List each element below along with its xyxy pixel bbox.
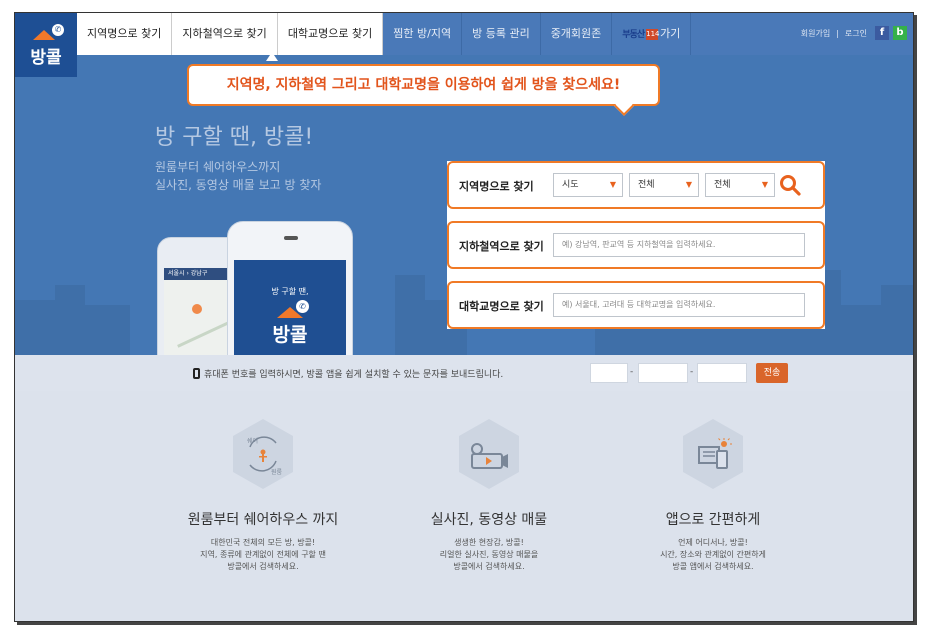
partner-suffix: 가기 [660, 27, 681, 40]
top-navigation: ✆ 방콜 지역명으로 찾기 지하철역으로 찾기 대학교명으로 찾기 찜한 방/지… [15, 13, 913, 77]
region-search-box: 지역명으로 찾기 시도 ▼ 전체 ▼ 전체 ▼ [447, 161, 825, 209]
university-search-input[interactable]: 예) 서울대, 고려대 등 대학교명을 입력하세요. [553, 293, 805, 317]
region-sido-value: 시도 [562, 180, 579, 190]
caret-down-icon: ▼ [761, 180, 768, 189]
feature-desc-line: 대한민국 전체의 모든 방, 방콜! [210, 538, 316, 547]
phone-speaker [284, 236, 298, 240]
university-search-box: 대학교명으로 찾기 예) 서울대, 고려대 등 대학교명을 입력하세요. [447, 281, 825, 329]
page-frame: ✆ 방콜 지역명으로 찾기 지하철역으로 찾기 대학교명으로 찾기 찜한 방/지… [14, 12, 914, 622]
hero-title: 방 구할 땐, 방콜! [155, 125, 314, 150]
blog-icon[interactable]: b [893, 26, 907, 40]
app-logo: 방콜 [272, 324, 308, 346]
app-screen: 방 구할 땐, ✆ 방콜 [234, 260, 346, 355]
sms-instruction: 휴대폰 번호를 입력하시면, 방콜 앱을 쉽게 설치할 수 있는 문자를 보내드… [193, 367, 503, 380]
hero-section: 지역명, 지하철역 그리고 대학교명을 이용하여 쉽게 방을 찾으세요! 방 구… [15, 55, 913, 355]
facebook-icon[interactable]: f [875, 26, 889, 40]
callout-tail [614, 96, 634, 116]
app-screen-text: 방 구할 땐, [271, 287, 309, 296]
share-icon-label: 쉐어 [247, 437, 258, 445]
region-search-label: 지역명으로 찾기 [459, 180, 534, 193]
region-dong-value: 전체 [714, 180, 731, 190]
oneroom-icon-label: 원룸 [271, 468, 283, 476]
subway-search-input[interactable]: 예) 강남역, 판교역 등 지하철역을 입력하세요. [553, 233, 805, 257]
map-pin-icon [192, 304, 202, 314]
logo-text: 방콜 [30, 48, 62, 68]
tab-university-search[interactable]: 대학교명으로 찾기 [277, 13, 384, 55]
feature-title: 실사진, 동영상 매물 [430, 512, 548, 528]
tab-room-management[interactable]: 방 등록 관리 [462, 13, 541, 55]
feature-desc-line: 시간, 장소와 관계없이 간편하게 [660, 550, 766, 559]
partner-badge: 114 [646, 28, 660, 40]
mobile-app-icon [683, 419, 743, 489]
phone-icon: ✆ [52, 24, 64, 36]
region-dong-select[interactable]: 전체 ▼ [705, 173, 775, 197]
tab-partner-link[interactable]: 부동산 114가기 [612, 13, 692, 55]
logo[interactable]: ✆ 방콜 [15, 13, 77, 77]
tab-region-search[interactable]: 지역명으로 찾기 [77, 13, 173, 55]
features-section: 쉐어 원룸 원룸부터 쉐어하우스 까지 대한민국 전체의 모든 방, 방콜! 지… [15, 391, 913, 621]
divider: | [836, 28, 839, 38]
partner-brand: 부동산 [622, 30, 645, 40]
phone-icon: ✆ [296, 300, 309, 313]
feature-desc-line: 지역, 종류에 관계없이 전체에 구할 땐 [200, 550, 326, 559]
subway-search-label: 지하철역으로 찾기 [459, 240, 544, 253]
feature-desc-line: 생생한 현장감, 방콜! [454, 538, 524, 547]
feature-desc-line: 방콜에서 검색하세요. [453, 562, 525, 571]
feature-title: 원룸부터 쉐어하우스 까지 [187, 512, 339, 528]
hero-subtitle-line-1: 원룸부터 쉐어하우스까지 [155, 160, 281, 174]
feature-description: 생생한 현장감, 방콜! 리얼한 실사진, 동영상 매물을 방콜에서 검색하세요… [389, 537, 589, 573]
phone-dash: - [690, 367, 694, 377]
sms-install-bar: 휴대폰 번호를 입력하시면, 방콜 앱을 쉽게 설치할 수 있는 문자를 보내드… [15, 355, 913, 391]
mobile-phone-icon [193, 368, 200, 379]
caret-down-icon: ▼ [685, 180, 692, 189]
feature-desc-line: 언제 어디서나, 방콜! [678, 538, 748, 547]
feature-description: 언제 어디서나, 방콜! 시간, 장소와 관계없이 간편하게 방콜 앱에서 검색… [613, 537, 813, 573]
login-link[interactable]: 로그인 [845, 28, 867, 39]
feature-description: 대한민국 전체의 모든 방, 방콜! 지역, 종류에 관계없이 전체에 구할 땐… [163, 537, 363, 573]
phone-dash: - [630, 367, 634, 377]
callout-text: 지역명, 지하철역 그리고 대학교명을 이용하여 쉽게 방을 찾으세요! [226, 77, 621, 93]
search-icon[interactable] [779, 174, 801, 196]
region-gu-value: 전체 [638, 180, 655, 190]
tab-favorites[interactable]: 찜한 방/지역 [383, 13, 463, 55]
feature-photo-video: 실사진, 동영상 매물 생생한 현장감, 방콜! 리얼한 실사진, 동영상 매물… [389, 417, 589, 573]
phone-number-field-1[interactable] [590, 363, 628, 383]
top-links: 회원가입 | 로그인 f b [801, 26, 907, 40]
feature-desc-line: 방콜 앱에서 검색하세요. [672, 562, 754, 571]
feature-desc-line: 리얼한 실사진, 동영상 매물을 [439, 550, 539, 559]
send-sms-button[interactable]: 전송 [756, 363, 788, 383]
phone-number-field-2[interactable] [638, 363, 688, 383]
sms-instruction-text: 휴대폰 번호를 입력하시면, 방콜 앱을 쉽게 설치할 수 있는 문자를 보내드… [204, 370, 504, 380]
feature-mobile-app: 앱으로 간편하게 언제 어디서나, 방콜! 시간, 장소와 관계없이 간편하게 … [613, 417, 813, 573]
nav-tabs: 지역명으로 찾기 지하철역으로 찾기 대학교명으로 찾기 찜한 방/지역 방 등… [77, 13, 692, 55]
phone-mockup-app: 방 구할 땐, ✆ 방콜 [227, 221, 353, 355]
region-sido-select[interactable]: 시도 ▼ [553, 173, 623, 197]
subway-search-box: 지하철역으로 찾기 예) 강남역, 판교역 등 지하철역을 입력하세요. [447, 221, 825, 269]
tab-subway-search[interactable]: 지하철역으로 찾기 [172, 13, 278, 55]
region-gu-select[interactable]: 전체 ▼ [629, 173, 699, 197]
tab-agent-zone[interactable]: 중개회원존 [540, 13, 613, 55]
video-camera-icon [459, 419, 519, 489]
feature-title: 앱으로 간편하게 [665, 512, 761, 528]
hero-subtitle-line-2: 실사진, 동영상 매물 보고 방 찾자 [155, 178, 322, 192]
hero-subtitle: 원룸부터 쉐어하우스까지 실사진, 동영상 매물 보고 방 찾자 [155, 158, 321, 194]
caret-down-icon: ▼ [609, 180, 616, 189]
signup-link[interactable]: 회원가입 [801, 28, 830, 39]
phone-number-field-3[interactable] [697, 363, 747, 383]
feature-desc-line: 방콜에서 검색하세요. [227, 562, 299, 571]
share-house-icon: 쉐어 원룸 [233, 419, 293, 489]
callout-pointer [266, 55, 278, 61]
university-search-label: 대학교명으로 찾기 [459, 300, 544, 313]
instruction-callout: 지역명, 지하철역 그리고 대학교명을 이용하여 쉽게 방을 찾으세요! [187, 55, 660, 116]
search-panel: 지역명으로 찾기 시도 ▼ 전체 ▼ 전체 ▼ 지하철역으로 찾기 예) 강남역… [447, 161, 825, 329]
feature-oneroom-share: 쉐어 원룸 원룸부터 쉐어하우스 까지 대한민국 전체의 모든 방, 방콜! 지… [163, 417, 363, 573]
